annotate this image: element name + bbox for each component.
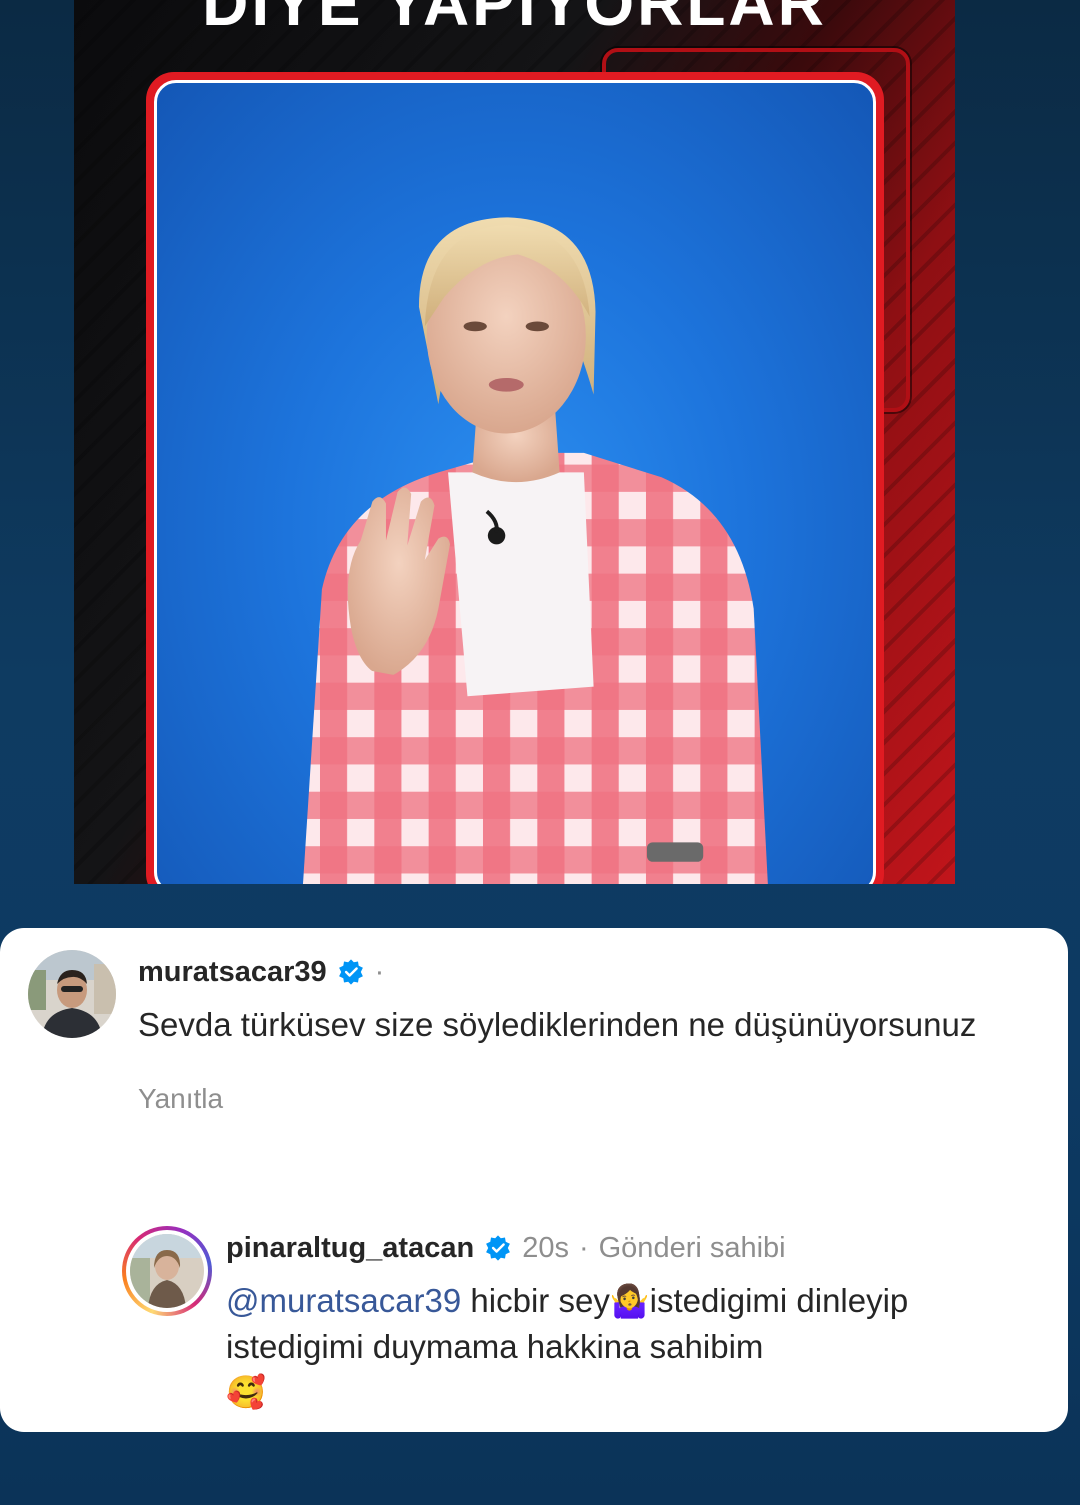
person-illustration — [302, 217, 768, 884]
verified-badge-icon — [338, 959, 363, 985]
woman-shrugging-emoji: 🤷‍♀️ — [609, 1282, 650, 1320]
comment-body: pinaraltug_atacan 20s · Gönderi sahibi @… — [226, 1226, 1042, 1415]
comments-card: muratsacar39 · Sevda türküsev size söyle… — [0, 928, 1068, 1432]
media-headline: DİYE YAPIYORLAR — [202, 0, 827, 39]
mention-link[interactable]: @muratsacar39 — [226, 1282, 461, 1319]
avatar-photo — [28, 950, 116, 1038]
verified-badge-icon — [486, 1235, 511, 1261]
video-still — [154, 80, 876, 884]
comment-text: Sevda türküsev size söylediklerinden ne … — [138, 1006, 977, 1043]
media-frame — [146, 72, 884, 884]
avatar-story-ring[interactable] — [122, 1226, 212, 1316]
post-media[interactable]: DİYE YAPIYORLAR — [74, 0, 955, 884]
comment-body: muratsacar39 · Sevda türküsev size söyle… — [138, 950, 1038, 1115]
comment-meta-separator: · — [578, 1231, 589, 1264]
avatar-ring-gap — [126, 1230, 208, 1312]
comment-meta: muratsacar39 · — [138, 950, 1038, 994]
avatar[interactable] — [28, 950, 116, 1038]
username[interactable]: pinaraltug_atacan — [226, 1232, 474, 1265]
comment-meta: pinaraltug_atacan 20s · Gönderi sahibi — [226, 1226, 1042, 1270]
comment-meta-separator: · — [374, 955, 385, 988]
username[interactable]: muratsacar39 — [138, 956, 327, 989]
post-owner-label: Gönderi sahibi — [598, 1231, 786, 1264]
reply-button[interactable]: Yanıtla — [138, 1083, 1038, 1115]
comment-text: @muratsacar39 hicbir sey🤷‍♀️istedigimi d… — [226, 1278, 1042, 1415]
smiling-face-with-hearts-emoji: 🥰 — [226, 1373, 266, 1411]
avatar-photo — [130, 1234, 204, 1308]
comment-text-part: hicbir sey — [461, 1282, 610, 1319]
comment-time: 20s — [522, 1231, 569, 1264]
avatar — [130, 1234, 204, 1308]
